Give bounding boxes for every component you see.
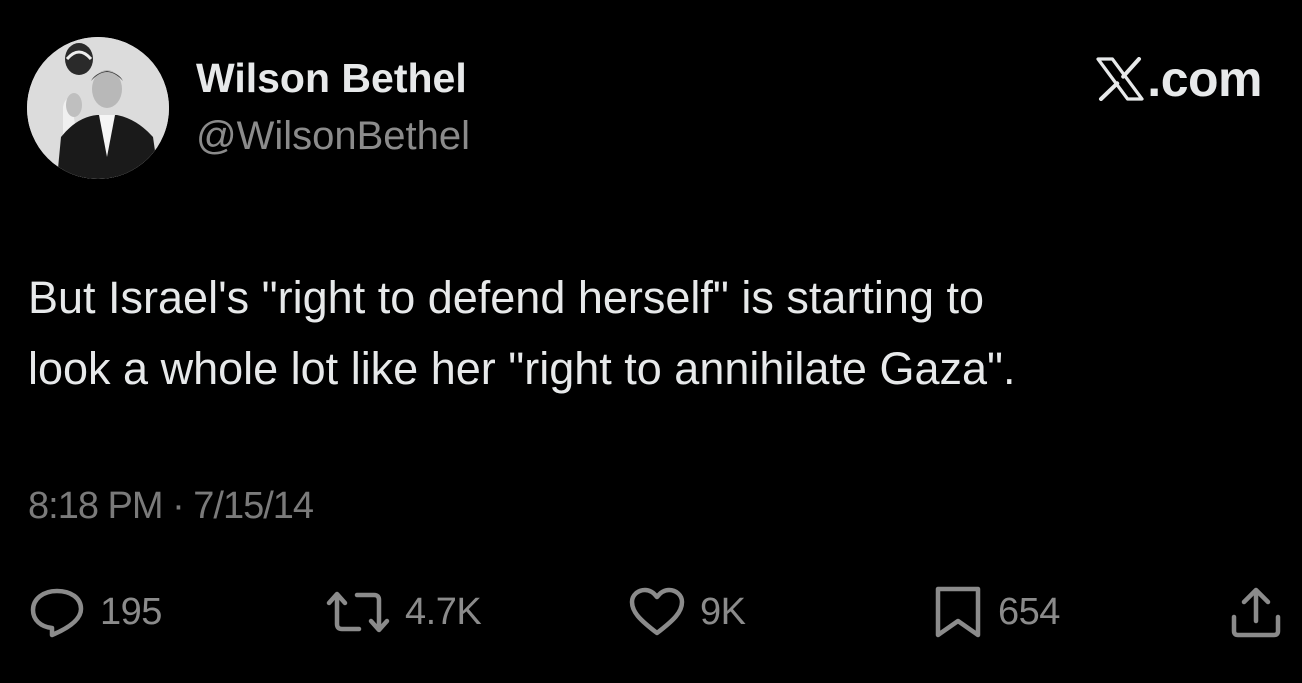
repost-icon xyxy=(326,591,390,633)
repost-count: 4.7K xyxy=(405,590,482,633)
share-icon xyxy=(1231,587,1281,638)
x-logo-icon xyxy=(1096,57,1144,101)
reply-count: 195 xyxy=(100,590,162,633)
profile-photo-icon xyxy=(27,37,169,179)
bookmark-button[interactable]: 654 xyxy=(932,585,1060,639)
author-handle[interactable]: @WilsonBethel xyxy=(196,114,470,159)
avatar[interactable] xyxy=(27,37,169,179)
tweet-text: But Israel's "right to defend herself" i… xyxy=(28,262,1278,404)
reply-button[interactable]: 195 xyxy=(28,585,162,639)
action-bar: 195 4.7K 9K 654 xyxy=(0,585,1302,639)
tweet-text-line: look a whole lot like her "right to anni… xyxy=(28,343,1016,394)
like-button[interactable]: 9K xyxy=(628,585,746,639)
author-name[interactable]: Wilson Bethel xyxy=(196,55,467,102)
x-domain-text: .com xyxy=(1147,51,1262,107)
like-count: 9K xyxy=(700,590,746,633)
bookmark-count: 654 xyxy=(998,590,1060,633)
tweet-text-line: But Israel's "right to defend herself" i… xyxy=(28,272,985,323)
bookmark-icon xyxy=(935,586,981,638)
reply-icon xyxy=(30,588,84,638)
repost-button[interactable]: 4.7K xyxy=(325,585,482,639)
share-button[interactable] xyxy=(1228,585,1284,639)
x-brand: .com xyxy=(1096,54,1262,104)
heart-icon xyxy=(629,587,685,636)
tweet-card: Wilson Bethel @WilsonBethel .com But Isr… xyxy=(0,0,1302,683)
tweet-timestamp[interactable]: 8:18 PM · 7/15/14 xyxy=(28,485,314,528)
